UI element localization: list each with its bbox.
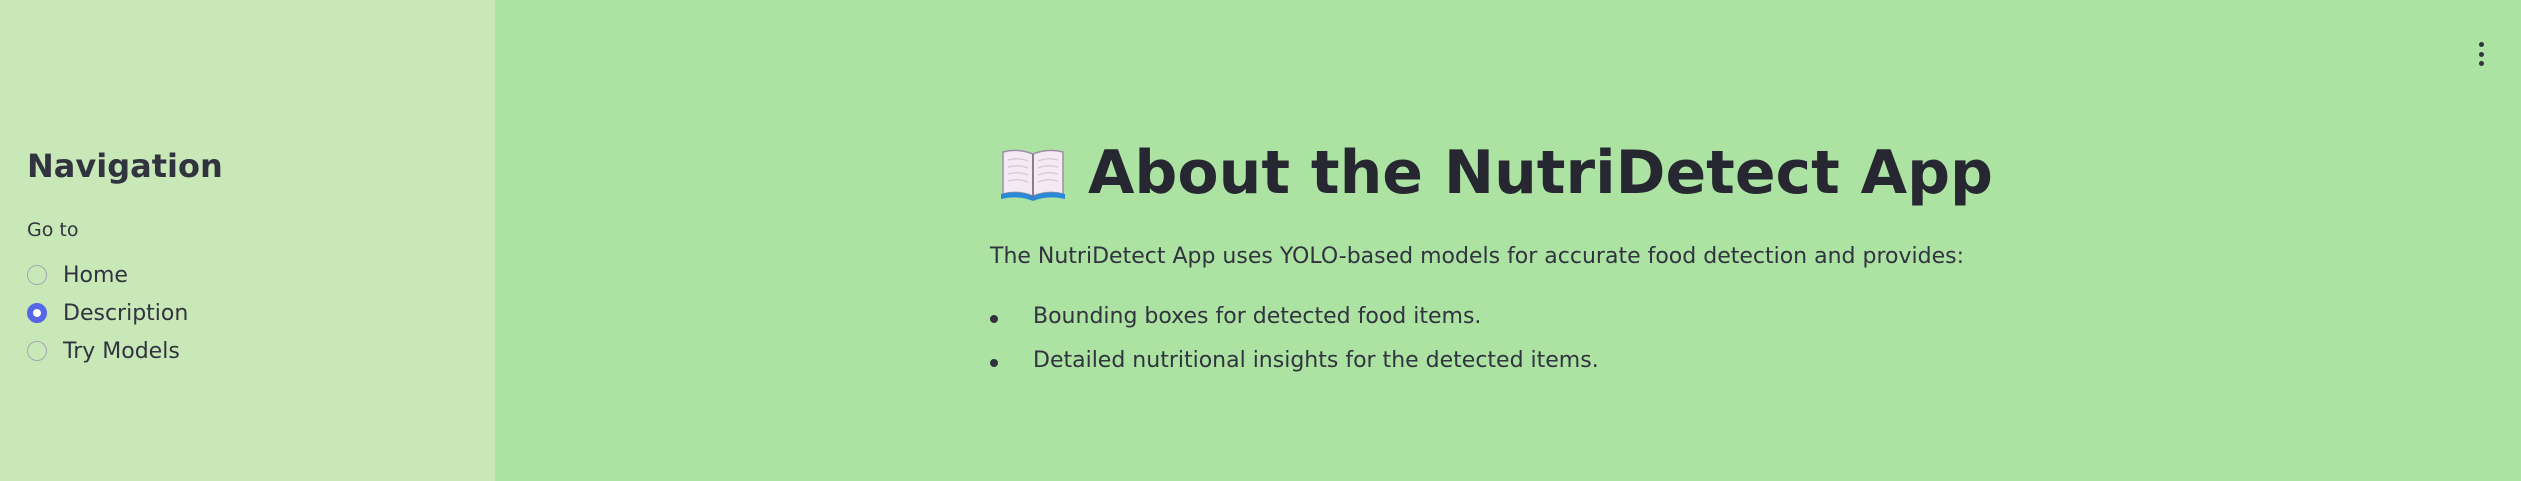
app-window: Navigation Go to Home Description Try Mo… xyxy=(0,0,2521,481)
radio-button-description[interactable] xyxy=(27,303,47,323)
page-title: About the NutriDetect App xyxy=(1000,138,1993,208)
sidebar: Navigation Go to Home Description Try Mo… xyxy=(0,0,495,481)
radio-option-try-models[interactable]: Try Models xyxy=(27,332,188,370)
list-item-text: Detailed nutritional insights for the de… xyxy=(1033,348,1599,373)
radio-button-try-models[interactable] xyxy=(27,341,47,361)
radio-group-label: Go to xyxy=(27,219,79,241)
main-content: About the NutriDetect App The NutriDetec… xyxy=(495,0,2521,481)
radio-button-home[interactable] xyxy=(27,265,47,285)
menu-dot xyxy=(2478,51,2484,57)
book-icon xyxy=(1001,149,1065,201)
feature-list: Bounding boxes for detected food items. … xyxy=(990,304,1599,392)
radio-label-home: Home xyxy=(63,262,128,288)
list-item: Bounding boxes for detected food items. xyxy=(990,304,1599,348)
radio-option-home[interactable]: Home xyxy=(27,256,188,294)
sidebar-title: Navigation xyxy=(27,147,223,185)
radio-label-try-models: Try Models xyxy=(63,338,180,364)
intro-paragraph: The NutriDetect App uses YOLO-based mode… xyxy=(990,244,1964,269)
bullet-icon xyxy=(990,315,998,323)
menu-dot xyxy=(2478,61,2484,66)
bullet-icon xyxy=(990,359,998,367)
radio-option-description[interactable]: Description xyxy=(27,294,188,332)
page-title-text: About the NutriDetect App xyxy=(1088,138,1993,208)
menu-dot xyxy=(2478,42,2484,47)
list-item: Detailed nutritional insights for the de… xyxy=(990,348,1599,392)
list-item-text: Bounding boxes for detected food items. xyxy=(1033,304,1482,329)
radio-label-description: Description xyxy=(63,300,189,326)
vertical-ellipsis-icon[interactable] xyxy=(2471,40,2491,68)
navigation-radio-group: Home Description Try Models xyxy=(27,256,188,370)
